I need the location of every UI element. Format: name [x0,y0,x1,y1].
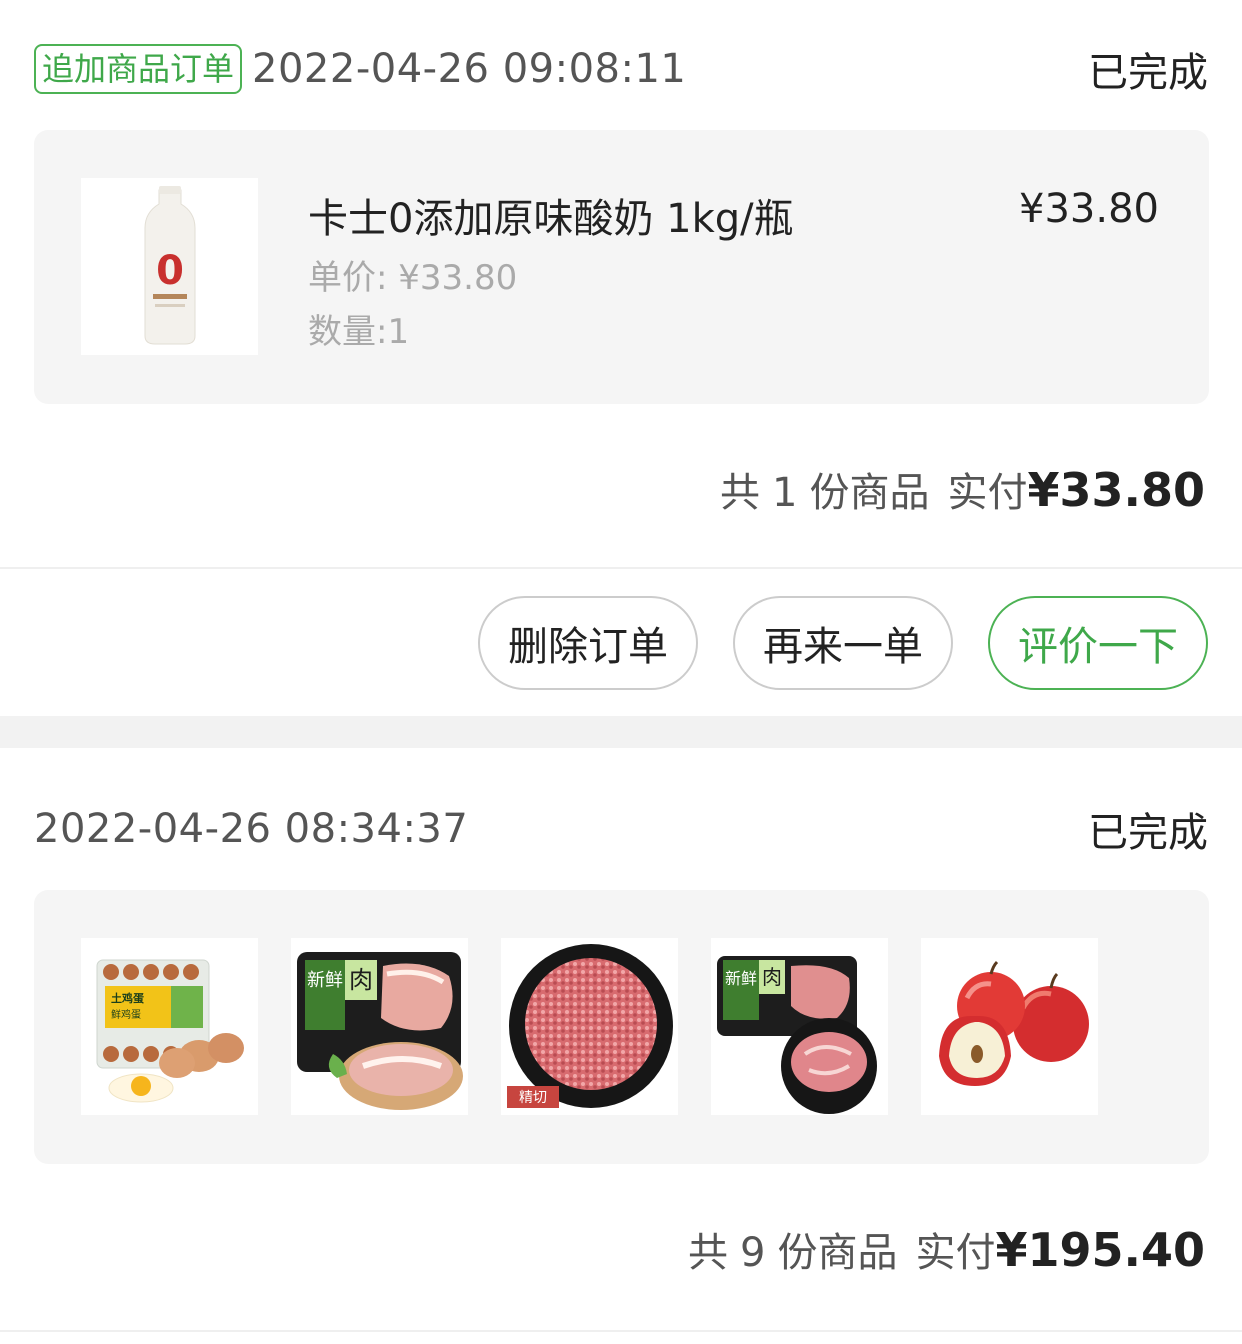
yogurt-bottle-image: 0 [81,178,258,355]
quantity: 数量:1 [308,312,410,352]
order-header: 追加商品订单 2022-04-26 09:08:11 已完成 [34,44,1208,96]
svg-text:土鸡蛋: 土鸡蛋 [111,991,145,1005]
svg-text:0: 0 [156,248,184,294]
product-price: ¥33.80 [1019,186,1159,232]
order-datetime: 2022-04-26 08:34:37 [34,806,469,852]
divider [0,1330,1242,1332]
fine-cut-label: 精切 [519,1090,547,1106]
summary-count: 9 [740,1230,766,1276]
red-apples-image [921,938,1098,1115]
product-thumbnails-card[interactable]: 土鸡蛋 鲜鸡蛋 新鲜 肉 精切 新鲜 肉 [34,890,1209,1164]
divider [0,567,1242,569]
order-summary: 共 1 份商品 实付 ¥33.80 [720,460,1205,518]
paid-amount: ¥33.80 [1027,463,1205,517]
meat-label-2: 肉 [762,965,782,989]
meat-label: 肉 [349,966,373,994]
summary-prefix: 共 [720,470,761,516]
paid-label: 实付 [947,470,1028,516]
paid-label: 实付 [915,1230,996,1276]
reorder-button[interactable]: 再来一单 [733,596,953,690]
summary-prefix: 共 [688,1230,729,1276]
minced-pork-image: 精切 [501,938,678,1115]
eggs-image: 土鸡蛋 鲜鸡蛋 [81,938,258,1115]
fresh-label: 新鲜 [307,970,343,991]
add-on-order-tag: 追加商品订单 [34,44,243,94]
order-status: 已完成 [1088,810,1208,856]
fresh-pork-belly-image: 新鲜 肉 [291,938,468,1115]
svg-text:鲜鸡蛋: 鲜鸡蛋 [111,1008,141,1021]
summary-count: 1 [772,470,798,516]
paid-amount: ¥195.40 [995,1223,1205,1277]
fresh-label-2: 新鲜 [725,969,757,988]
product-name: 卡士0添加原味酸奶 1kg/瓶 [308,196,794,242]
order-summary: 共 9 份商品 实付 ¥195.40 [688,1220,1205,1278]
summary-suffix: 份商品 [809,470,930,516]
delete-order-button[interactable]: 删除订单 [478,596,698,690]
order-header: 2022-04-26 08:34:37 已完成 [34,804,1208,856]
order-status: 已完成 [1088,50,1208,96]
unit-price: 单价: ¥33.80 [308,258,518,298]
section-gap [0,716,1242,748]
summary-suffix: 份商品 [777,1230,898,1276]
order-card-2[interactable]: 2022-04-26 08:34:37 已完成 土鸡蛋 鲜鸡蛋 新鲜 肉 精切 … [0,748,1242,1344]
order-datetime: 2022-04-26 09:08:11 [252,46,687,92]
product-card[interactable]: 0 卡士0添加原味酸奶 1kg/瓶 ¥33.80 单价: ¥33.80 数量:1 [34,130,1209,404]
fresh-pork-shoulder-image: 新鲜 肉 [711,938,888,1115]
review-button[interactable]: 评价一下 [988,596,1208,690]
order-card-1[interactable]: 追加商品订单 2022-04-26 09:08:11 已完成 0 卡士0添加原味… [0,0,1242,716]
